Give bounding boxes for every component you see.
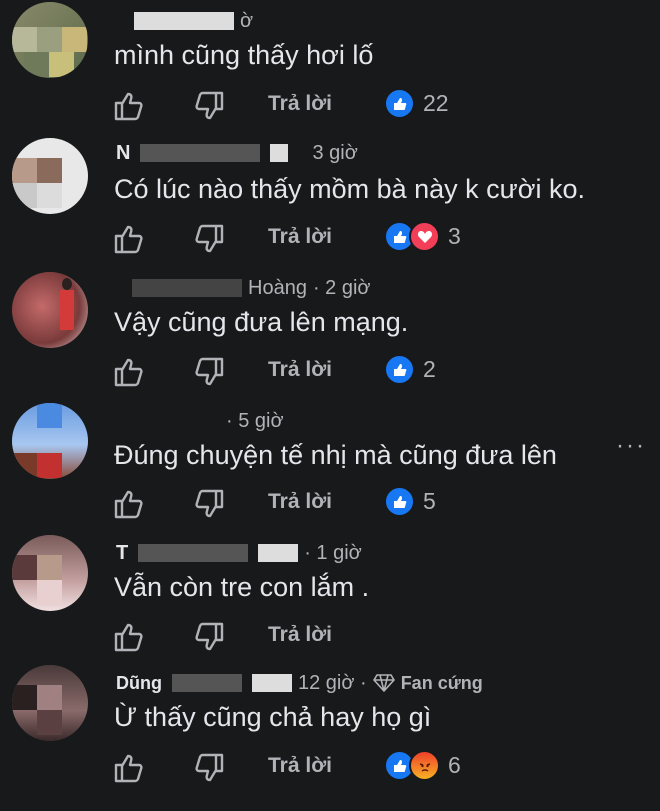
like-icon[interactable]	[112, 356, 146, 388]
comment-actions: Trả lời 2	[112, 352, 652, 392]
reaction-summary[interactable]: 22	[384, 88, 449, 119]
redacted-name	[251, 674, 292, 692]
redacted-name	[258, 544, 299, 562]
reaction-count: 22	[423, 90, 449, 116]
comment-actions: Trả lời 6	[112, 748, 652, 788]
reply-button[interactable]: Trả lời	[268, 490, 332, 514]
reply-button[interactable]: Trả lời	[268, 358, 332, 382]
comment-actions: Trả lời 3	[112, 219, 652, 259]
reaction-count: 6	[448, 752, 461, 778]
reply-button[interactable]: Trả lời	[268, 754, 332, 778]
comment-time: · 2 giờ	[312, 276, 371, 299]
redacted-name	[134, 12, 234, 30]
dislike-icon[interactable]	[192, 356, 226, 388]
dislike-icon[interactable]	[192, 752, 226, 784]
comment-time: 3 giờ	[312, 141, 358, 164]
like-icon[interactable]	[112, 90, 146, 122]
comment-time: · 5 giờ	[226, 409, 284, 432]
commenter-name[interactable]: Hoàng	[248, 277, 307, 300]
reaction-count: 2	[423, 356, 436, 382]
like-icon[interactable]	[112, 752, 146, 784]
comment-header: Dũng 12 giờ · Fan cứng	[116, 670, 483, 696]
like-reaction-icon	[384, 486, 415, 517]
reply-button[interactable]: Trả lời	[268, 92, 332, 116]
like-icon[interactable]	[112, 621, 146, 653]
like-reaction-icon	[384, 88, 415, 119]
redacted-name	[132, 279, 242, 297]
dislike-icon[interactable]	[192, 223, 226, 255]
comment-text: Có lúc nào thấy mồm bà này k cười ko.	[114, 174, 585, 204]
comment-header: Hoàng · 2 giờ	[116, 275, 371, 301]
avatar[interactable]	[12, 272, 88, 348]
reaction-count: 3	[448, 223, 461, 249]
reaction-summary[interactable]: 3	[384, 221, 461, 252]
avatar[interactable]	[12, 138, 88, 214]
avatar[interactable]	[12, 403, 88, 479]
angry-reaction-icon	[409, 750, 440, 781]
reply-button[interactable]: Trả lời	[268, 623, 332, 647]
avatar[interactable]	[12, 2, 88, 78]
reaction-summary[interactable]: 2	[384, 354, 436, 385]
love-reaction-icon	[409, 221, 440, 252]
dislike-icon[interactable]	[192, 621, 226, 653]
comment-text: Vậy cũng đưa lên mạng.	[114, 307, 409, 337]
like-reaction-icon	[384, 354, 415, 385]
avatar[interactable]	[12, 535, 88, 611]
comment-time: ờ	[240, 9, 254, 32]
like-icon[interactable]	[112, 223, 146, 255]
comment-actions: Trả lời	[112, 617, 652, 657]
dislike-icon[interactable]	[192, 488, 226, 520]
like-icon[interactable]	[112, 488, 146, 520]
comment-actions: Trả lời 22	[112, 86, 652, 126]
dislike-icon[interactable]	[192, 90, 226, 122]
comment-time: 12 giờ ·	[297, 671, 367, 694]
comment-header: · 5 giờ	[116, 408, 284, 434]
commenter-name[interactable]: N	[116, 142, 130, 165]
comment-actions: Trả lời 5	[112, 484, 652, 524]
commenter-name[interactable]: T	[116, 542, 128, 565]
comment-text: Đúng chuyện tế nhị mà cũng đưa lên	[114, 440, 557, 470]
reaction-summary[interactable]: 5	[384, 486, 436, 517]
reaction-count: 5	[423, 488, 436, 514]
redacted-name	[270, 144, 289, 162]
badge-label: Fan cứng	[400, 672, 483, 693]
comment-header: T · 1 giờ	[116, 540, 362, 566]
comment-header: ờ	[116, 8, 253, 34]
commenter-name[interactable]: Dũng	[116, 673, 162, 694]
comment-text: mình cũng thấy hơi lố	[114, 40, 374, 70]
comment-text: Ừ thấy cũng chả hay họ gì	[114, 702, 432, 732]
reaction-summary[interactable]: 6	[384, 750, 461, 781]
reply-button[interactable]: Trả lời	[268, 225, 332, 249]
redacted-name	[171, 674, 242, 692]
more-options-icon[interactable]: ···	[616, 432, 646, 460]
fan-badge[interactable]: Fan cứng	[372, 672, 483, 694]
comment-text: Vẫn còn tre con lắm .	[114, 572, 370, 602]
redacted-name	[138, 544, 249, 562]
comment-time: · 1 giờ	[304, 541, 362, 564]
avatar[interactable]	[12, 665, 88, 741]
comment-header: N 3 giờ	[116, 140, 358, 166]
redacted-name	[140, 144, 261, 162]
diamond-icon	[372, 674, 395, 692]
